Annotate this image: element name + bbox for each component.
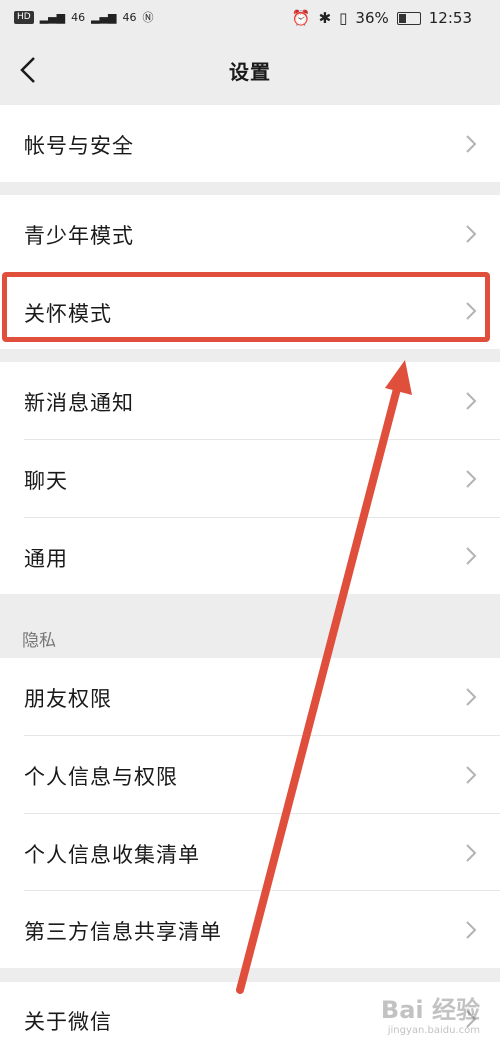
watermark-brand: Bai 经验 bbox=[380, 996, 480, 1024]
annotation-arrow bbox=[236, 360, 412, 994]
watermark-url: jingyan.baidu.com bbox=[387, 1025, 480, 1036]
watermark: Bai 经验 jingyan.baidu.com bbox=[381, 990, 480, 1036]
